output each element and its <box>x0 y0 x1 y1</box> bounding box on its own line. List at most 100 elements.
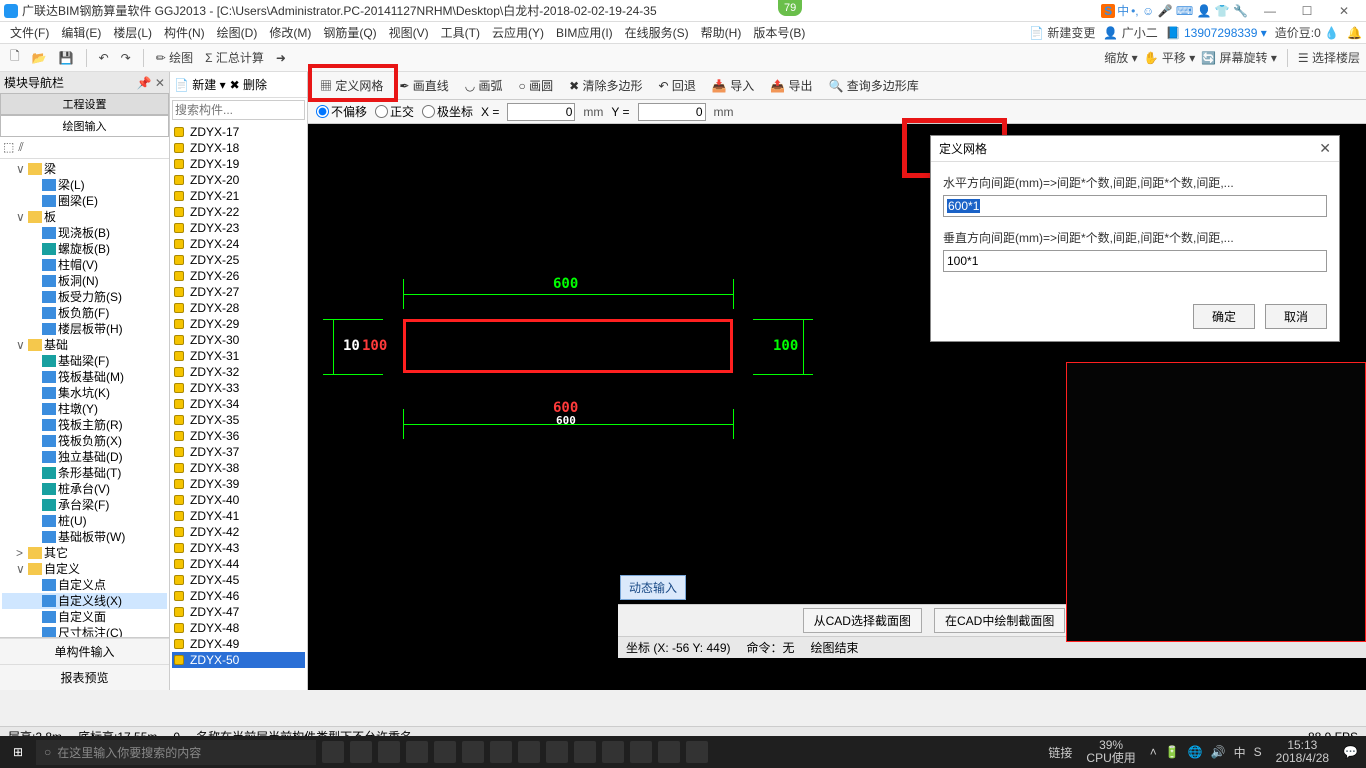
list-item[interactable]: ZDYX-29 <box>172 316 305 332</box>
tree-node[interactable]: ∨板 <box>2 209 167 225</box>
tree-node[interactable]: 筏板基础(M) <box>2 369 167 385</box>
report-preview[interactable]: 报表预览 <box>0 664 169 690</box>
list-item[interactable]: ZDYX-47 <box>172 604 305 620</box>
draw-circle-button[interactable]: ○ 画圆 <box>513 77 560 94</box>
phone-dropdown[interactable]: 📘 13907298339 ▾ <box>1166 26 1267 40</box>
draw-arc-button[interactable]: ◡ 画弧 <box>459 77 509 94</box>
x-input[interactable] <box>507 103 575 121</box>
dialog-cancel-button[interactable]: 取消 <box>1265 304 1327 329</box>
tree-node[interactable]: 板受力筋(S) <box>2 289 167 305</box>
list-item[interactable]: ZDYX-43 <box>172 540 305 556</box>
dialog-close-button[interactable]: ✕ <box>1319 140 1331 157</box>
list-new-button[interactable]: 📄 新建 ▾ <box>174 76 226 93</box>
undo-button[interactable]: ↶ <box>95 51 113 65</box>
menu-modify[interactable]: 修改(M) <box>263 24 317 41</box>
vertical-field[interactable]: 100*1 <box>943 250 1327 272</box>
tree-node[interactable]: 板洞(N) <box>2 273 167 289</box>
list-item[interactable]: ZDYX-39 <box>172 476 305 492</box>
start-button[interactable]: ⊞ <box>0 745 36 759</box>
sigma-button[interactable]: Σ 汇总计算 <box>201 49 268 66</box>
tree-node[interactable]: 圈梁(E) <box>2 193 167 209</box>
horizontal-field[interactable]: 600*1 <box>943 195 1327 217</box>
user-label[interactable]: 👤 广小二 <box>1103 24 1157 41</box>
list-item[interactable]: ZDYX-27 <box>172 284 305 300</box>
menu-file[interactable]: 文件(F) <box>4 24 55 41</box>
menu-edit[interactable]: 编辑(E) <box>55 24 107 41</box>
list-item[interactable]: ZDYX-42 <box>172 524 305 540</box>
define-grid-button[interactable]: ▦ 定义网格 <box>314 77 389 94</box>
tree-node[interactable]: 楼层板带(H) <box>2 321 167 337</box>
export-button[interactable]: 📤 导出 <box>764 77 818 94</box>
tab-draw-input[interactable]: 绘图输入 <box>0 115 169 137</box>
offset-none-radio[interactable]: 不偏移 <box>316 103 367 120</box>
list-item[interactable]: ZDYX-36 <box>172 428 305 444</box>
list-item[interactable]: ZDYX-40 <box>172 492 305 508</box>
nav-tree[interactable]: ∨梁梁(L)圈梁(E)∨板现浇板(B)螺旋板(B)柱帽(V)板洞(N)板受力筋(… <box>0 159 169 637</box>
y-input[interactable] <box>638 103 706 121</box>
draw-button[interactable]: ✏ 绘图 <box>152 49 197 66</box>
battery-icon[interactable]: 🔋 <box>1165 745 1180 759</box>
ortho-radio[interactable]: 正交 <box>375 103 414 120</box>
sogou-tray-icon[interactable]: S <box>1254 745 1262 759</box>
list-item[interactable]: ZDYX-25 <box>172 252 305 268</box>
redo-button[interactable]: ↷ <box>117 51 135 65</box>
maximize-button[interactable]: ☐ <box>1289 1 1325 21</box>
menu-component[interactable]: 构件(N) <box>158 24 211 41</box>
list-item[interactable]: ZDYX-28 <box>172 300 305 316</box>
list-item[interactable]: ZDYX-44 <box>172 556 305 572</box>
polar-radio[interactable]: 极坐标 <box>422 103 473 120</box>
tree-node[interactable]: 基础梁(F) <box>2 353 167 369</box>
list-item[interactable]: ZDYX-46 <box>172 588 305 604</box>
clear-polygon-button[interactable]: ✖ 清除多边形 <box>563 77 648 94</box>
draw-line-button[interactable]: ✒ 画直线 <box>393 77 454 94</box>
cad-select-button[interactable]: 从CAD选择截面图 <box>803 608 922 633</box>
cad-draw-button[interactable]: 在CAD中绘制截面图 <box>934 608 1065 633</box>
taskbar-apps[interactable] <box>316 741 714 763</box>
tb-app-icon[interactable] <box>322 741 344 763</box>
menu-view[interactable]: 视图(V) <box>383 24 435 41</box>
ime-zh[interactable]: 中 <box>1234 744 1246 761</box>
tree-node[interactable]: 筏板负筋(X) <box>2 433 167 449</box>
list-item[interactable]: ZDYX-45 <box>172 572 305 588</box>
tree-node[interactable]: 集水坑(K) <box>2 385 167 401</box>
tree-node[interactable]: 基础板带(W) <box>2 529 167 545</box>
menu-tools[interactable]: 工具(T) <box>435 24 486 41</box>
tree-node[interactable]: ∨自定义 <box>2 561 167 577</box>
tree-node[interactable]: 板负筋(F) <box>2 305 167 321</box>
pin-icon[interactable]: 📌 ✕ <box>137 76 165 90</box>
tree-node[interactable]: 自定义点 <box>2 577 167 593</box>
list-item[interactable]: ZDYX-26 <box>172 268 305 284</box>
menu-bim[interactable]: BIM应用(I) <box>550 24 619 41</box>
tray-expand-icon[interactable]: ˄ <box>1150 745 1157 759</box>
list-item[interactable]: ZDYX-17 <box>172 124 305 140</box>
tree-node[interactable]: 螺旋板(B) <box>2 241 167 257</box>
slash-icon[interactable]: ⫽ <box>18 140 23 155</box>
import-button[interactable]: 📥 导入 <box>706 77 760 94</box>
ime-extra[interactable]: •, ☺ 🎤 ⌨ 👤 👕 🔧 <box>1131 4 1248 18</box>
tree-node[interactable]: 桩(U) <box>2 513 167 529</box>
tree-node[interactable]: 尺寸标注(C) <box>2 625 167 637</box>
list-item[interactable]: ZDYX-38 <box>172 460 305 476</box>
taskbar-search[interactable]: ○ 在这里输入你要搜索的内容 <box>36 740 316 765</box>
new-file-button[interactable]: 🗋 <box>6 47 24 68</box>
floors-button[interactable]: ☰ 选择楼层 <box>1298 49 1360 66</box>
tree-node[interactable]: 柱墩(Y) <box>2 401 167 417</box>
tray-link[interactable]: 链接 <box>1048 744 1072 761</box>
menu-floor[interactable]: 楼层(L) <box>107 24 158 41</box>
menu-help[interactable]: 帮助(H) <box>695 24 748 41</box>
single-component-input[interactable]: 单构件输入 <box>0 638 169 664</box>
list-item[interactable]: ZDYX-24 <box>172 236 305 252</box>
component-list[interactable]: ZDYX-17ZDYX-18ZDYX-19ZDYX-20ZDYX-21ZDYX-… <box>170 122 307 690</box>
menu-version[interactable]: 版本号(B) <box>747 24 811 41</box>
sogou-icon[interactable]: S <box>1101 4 1115 18</box>
open-file-button[interactable]: 📂 <box>28 51 51 65</box>
list-item[interactable]: ZDYX-20 <box>172 172 305 188</box>
list-item[interactable]: ZDYX-50 <box>172 652 305 668</box>
tree-node[interactable]: 筏板主筋(R) <box>2 417 167 433</box>
find-polygon-lib-button[interactable]: 🔍 查询多边形库 <box>822 77 924 94</box>
list-item[interactable]: ZDYX-30 <box>172 332 305 348</box>
zoom-dropdown[interactable]: 缩放 ▾ <box>1104 49 1137 66</box>
close-button[interactable]: ✕ <box>1326 1 1362 21</box>
rotate-dropdown[interactable]: 🔄 屏幕旋转 ▾ <box>1201 49 1277 66</box>
notification-icon[interactable]: 💬 <box>1343 745 1358 759</box>
